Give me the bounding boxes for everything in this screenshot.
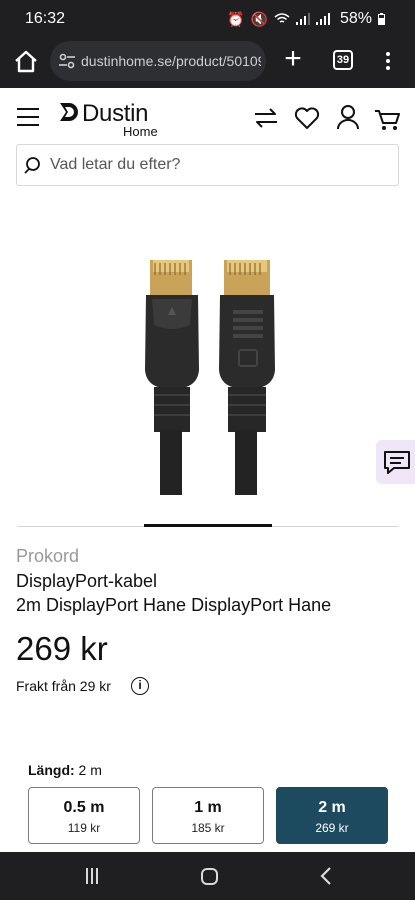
variant-price: 119 kr [67, 821, 101, 835]
home-icon[interactable] [12, 48, 40, 76]
compare-icon[interactable] [251, 103, 281, 133]
home-nav-icon[interactable] [201, 868, 218, 885]
variant-price: 269 kr [315, 821, 349, 835]
info-icon[interactable]: i [131, 677, 149, 695]
chat-icon [384, 451, 410, 474]
logo-sub: Home [123, 124, 158, 139]
logo-mark-icon [60, 103, 78, 121]
variant-price: 185 kr [191, 821, 225, 835]
new-tab-button[interactable]: + [280, 44, 306, 76]
back-icon[interactable] [319, 866, 333, 886]
product-image[interactable] [110, 255, 300, 505]
url-bar[interactable]: dustinhome.se/product/50109 [50, 41, 266, 81]
search-icon [24, 157, 40, 174]
system-nav-bar [0, 852, 415, 900]
user-icon[interactable] [333, 103, 363, 133]
battery-icon [378, 13, 385, 25]
carousel-indicator[interactable] [144, 524, 272, 527]
length-label-key: Längd: [28, 762, 75, 778]
variant-option-2m[interactable]: 2 m 269 kr [276, 787, 388, 844]
heart-icon[interactable] [292, 103, 322, 133]
variant-option-1m[interactable]: 1 m 185 kr [152, 787, 264, 844]
site-settings-icon[interactable] [58, 52, 76, 70]
status-time: 16:32 [25, 10, 66, 27]
search-box[interactable] [16, 144, 399, 186]
mute-icon: 🔇 [250, 10, 268, 27]
site-header: Dustin Home [0, 88, 415, 198]
recent-apps-icon[interactable] [86, 868, 102, 884]
signal-icon-2 [315, 13, 330, 25]
product-title: DisplayPort-kabel [16, 571, 158, 591]
url-text[interactable]: dustinhome.se/product/50109 [81, 53, 261, 69]
tab-switcher-button[interactable]: 39 [333, 50, 353, 70]
product-subtitle: 2m DisplayPort Hane DisplayPort Hane [16, 595, 332, 615]
battery-percent: 58% [339, 10, 372, 27]
variant-name: 2 m [318, 799, 346, 816]
length-label-value: 2 m [78, 762, 102, 778]
wifi-icon [274, 13, 290, 23]
status-bar: 16:32 ⏰ 🔇 58% [0, 0, 415, 38]
status-icons: ⏰ 🔇 58% [227, 10, 385, 28]
shipping-info: Frakt från 29 kr [16, 678, 111, 694]
product-brand[interactable]: Prokord [16, 546, 79, 567]
browser-menu-button[interactable] [383, 50, 393, 74]
variant-name: 1 m [194, 799, 222, 816]
variant-option-0-5m[interactable]: 0.5 m 119 kr [28, 787, 140, 844]
length-label: Längd: 2 m [28, 762, 102, 778]
cart-icon[interactable] [372, 103, 402, 133]
product-price: 269 kr [16, 630, 108, 667]
alarm-icon: ⏰ [227, 10, 245, 27]
search-input[interactable] [50, 146, 380, 184]
dustin-home-logo[interactable]: Dustin Home [56, 100, 166, 140]
variant-name: 0.5 m [63, 799, 105, 816]
hamburger-menu-icon[interactable] [17, 108, 39, 126]
chat-button[interactable] [376, 440, 415, 484]
browser-toolbar: dustinhome.se/product/50109 + 39 [0, 38, 415, 88]
signal-icon [295, 13, 310, 25]
